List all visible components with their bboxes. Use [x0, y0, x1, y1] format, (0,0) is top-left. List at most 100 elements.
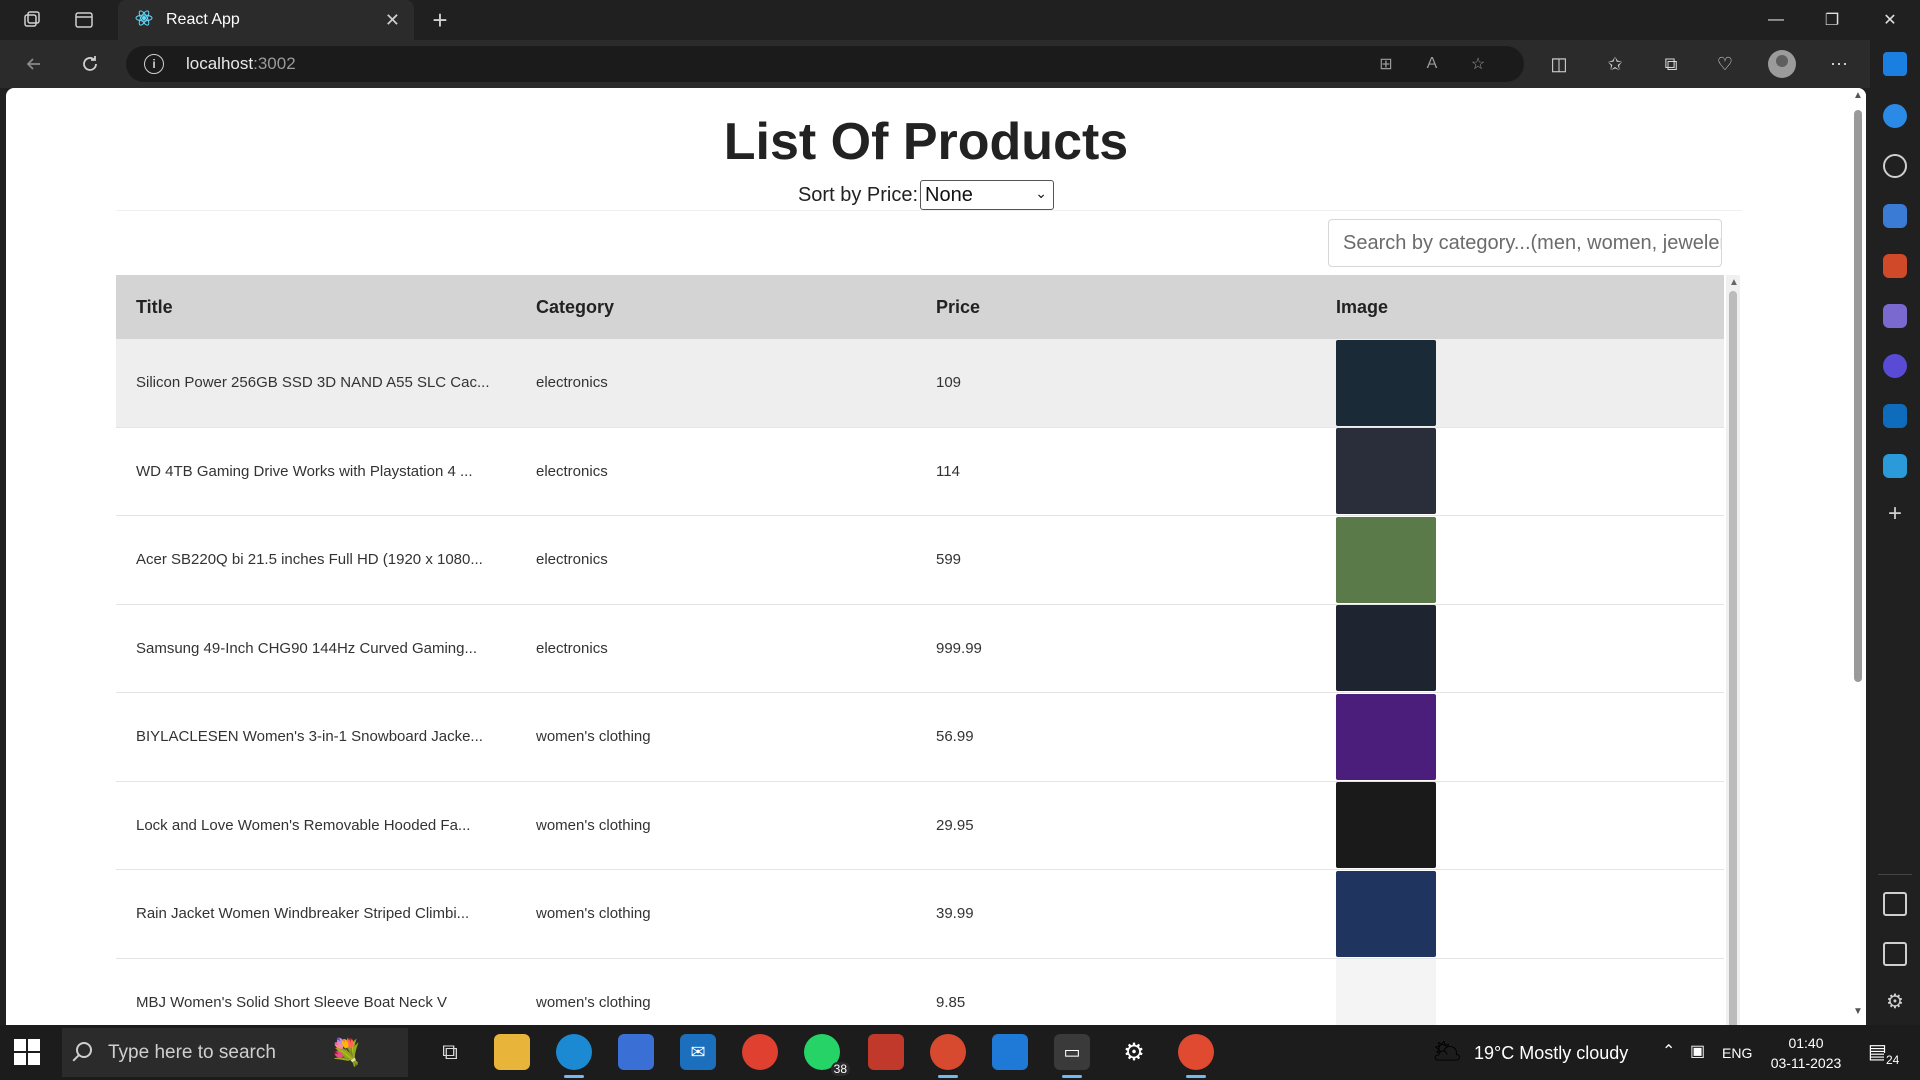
products-table: Title Category Price Image Silicon Power…: [116, 275, 1724, 1025]
hide-sidebar-icon[interactable]: [1883, 892, 1907, 916]
new-tab-button[interactable]: +: [424, 4, 456, 36]
mail-icon[interactable]: ✉: [680, 1034, 716, 1070]
edge-browser-icon[interactable]: [556, 1034, 592, 1078]
product-image-monitor: [1336, 516, 1436, 603]
edge-sidebar: + ⚙: [1870, 40, 1920, 1025]
chrome-second-icon[interactable]: [1178, 1034, 1214, 1078]
products-container: Search by category...(men, women, jewele…: [116, 210, 1742, 1025]
language-indicator[interactable]: ENG: [1722, 1045, 1752, 1061]
chrome-icon[interactable]: [742, 1034, 778, 1070]
minimize-button[interactable]: —: [1748, 0, 1804, 40]
column-header-title[interactable]: Title: [116, 297, 516, 318]
whatsapp-badge: 38: [830, 1062, 850, 1076]
tray-chevron-up-icon[interactable]: ⌃: [1662, 1041, 1675, 1061]
task-view-icon[interactable]: ⧉: [432, 1034, 468, 1070]
page-scrollbar[interactable]: ▲ ▼: [1849, 88, 1866, 1025]
app-available-icon[interactable]: ⊞: [1374, 52, 1398, 76]
open-external-icon[interactable]: [1883, 942, 1907, 966]
workspaces-icon[interactable]: [16, 6, 48, 34]
tools-briefcase-icon[interactable]: [1883, 254, 1907, 278]
sidebar-settings-icon[interactable]: ⚙: [1883, 990, 1907, 1014]
close-tab-icon[interactable]: ✕: [385, 10, 400, 31]
table-row[interactable]: Acer SB220Q bi 21.5 inches Full HD (1920…: [116, 516, 1724, 605]
product-category: women's clothing: [536, 728, 651, 746]
back-button[interactable]: [16, 48, 52, 80]
product-category: women's clothing: [536, 993, 651, 1011]
page-title: List Of Products: [723, 113, 1129, 171]
refresh-button[interactable]: [72, 48, 108, 80]
terminal-icon[interactable]: ▭: [1054, 1034, 1090, 1078]
table-row[interactable]: Samsung 49-Inch CHG90 144Hz Curved Gamin…: [116, 605, 1724, 693]
favorite-star-icon[interactable]: ☆: [1466, 52, 1490, 76]
windows-start-icon[interactable]: [14, 1039, 40, 1065]
product-category: electronics: [536, 551, 608, 569]
product-image-leather-jacket: [1336, 782, 1436, 869]
table-row[interactable]: MBJ Women's Solid Short Sleeve Boat Neck…: [116, 959, 1724, 1025]
read-aloud-icon[interactable]: A: [1420, 52, 1444, 76]
table-row[interactable]: Lock and Love Women's Removable Hooded F…: [116, 782, 1724, 870]
category-search-input[interactable]: Search by category...(men, women, jewele…: [1328, 219, 1722, 267]
column-header-price[interactable]: Price: [916, 297, 1316, 318]
settings-gear-icon[interactable]: ⚙: [1116, 1034, 1152, 1070]
close-window-button[interactable]: ✕: [1862, 0, 1918, 40]
page-scroll-up-icon[interactable]: ▲: [1853, 90, 1863, 101]
table-scrollbar-thumb[interactable]: [1729, 291, 1737, 1025]
add-sidebar-app-icon[interactable]: +: [1883, 502, 1907, 526]
weather-text[interactable]: 19°C Mostly cloudy: [1474, 1043, 1628, 1064]
search-icon: [76, 1042, 92, 1058]
url-field[interactable]: i localhost:3002 ⊞ A ☆: [126, 46, 1524, 82]
tab-react-app[interactable]: React App ✕: [118, 0, 414, 40]
page-scrollbar-thumb[interactable]: [1854, 110, 1862, 682]
product-price: 599: [936, 551, 962, 569]
office-app-icon[interactable]: [868, 1034, 904, 1070]
split-screen-icon[interactable]: ◫: [1544, 50, 1574, 78]
tab-actions-icon[interactable]: [68, 6, 100, 34]
page-scroll-down-icon[interactable]: ▼: [1853, 1006, 1863, 1017]
product-title: Silicon Power 256GB SSD 3D NAND A55 SLC …: [136, 374, 490, 392]
collections-icon[interactable]: ⧉: [1656, 50, 1686, 78]
tab-title: React App: [166, 11, 240, 28]
taskbar-search-input[interactable]: Type here to search 💐: [62, 1028, 408, 1077]
product-title: BIYLACLESEN Women's 3-in-1 Snowboard Jac…: [136, 728, 483, 746]
table-row[interactable]: Silicon Power 256GB SSD 3D NAND A55 SLC …: [116, 339, 1724, 428]
product-title: Lock and Love Women's Removable Hooded F…: [136, 816, 471, 834]
taskbar-clock[interactable]: 01:40 03-11-2023: [1760, 1033, 1852, 1073]
notification-count: 24: [1884, 1053, 1902, 1067]
copilot-icon[interactable]: [1883, 52, 1907, 76]
microsoft-365-icon[interactable]: [1883, 354, 1907, 378]
notifications-bell-icon[interactable]: [1883, 104, 1907, 128]
product-image-ssd: [1336, 339, 1436, 426]
table-row[interactable]: WD 4TB Gaming Drive Works with Playstati…: [116, 428, 1724, 516]
url-text: localhost:3002: [186, 54, 296, 73]
shopping-tag-icon[interactable]: [1883, 204, 1907, 228]
weather-cloud-icon[interactable]: 🌥: [1432, 1037, 1462, 1066]
whatsapp-icon[interactable]: 38: [804, 1034, 850, 1076]
more-menu-icon[interactable]: ⋯: [1824, 50, 1854, 78]
vscode-icon[interactable]: [992, 1034, 1028, 1070]
product-price: 39.99: [936, 905, 974, 923]
product-category: electronics: [536, 374, 608, 392]
sort-price-select[interactable]: None ⌄: [920, 180, 1055, 210]
table-row[interactable]: BIYLACLESEN Women's 3-in-1 Snowboard Jac…: [116, 693, 1724, 782]
product-image-purple-jacket: [1336, 693, 1436, 780]
restore-button[interactable]: ❐: [1804, 0, 1860, 40]
column-header-image[interactable]: Image: [1316, 297, 1724, 318]
network-icon[interactable]: ▣: [1690, 1041, 1705, 1061]
favorites-icon[interactable]: ✩: [1600, 50, 1630, 78]
file-explorer-icon[interactable]: [494, 1034, 530, 1070]
site-info-icon[interactable]: i: [144, 54, 164, 74]
windows-taskbar: Type here to search 💐 ⧉ ✉ 38 ▭ ⚙ 🌥 19°C …: [0, 1025, 1920, 1080]
browser-essentials-icon[interactable]: ♡: [1710, 50, 1740, 78]
scroll-up-arrow-icon[interactable]: ▲: [1729, 277, 1739, 288]
column-header-category[interactable]: Category: [516, 297, 916, 318]
outlook-icon[interactable]: [1883, 404, 1907, 428]
chrome-profile-icon[interactable]: [930, 1034, 966, 1078]
table-row[interactable]: Rain Jacket Women Windbreaker Striped Cl…: [116, 870, 1724, 959]
profile-avatar[interactable]: [1768, 50, 1796, 78]
search-icon[interactable]: [1883, 154, 1907, 178]
drop-send-icon[interactable]: [1883, 454, 1907, 478]
table-scrollbar[interactable]: ▲: [1726, 275, 1740, 1025]
tab-bar: React App ✕ + — ❐ ✕: [0, 0, 1920, 40]
microsoft-store-icon[interactable]: [618, 1034, 654, 1070]
games-icon[interactable]: [1883, 304, 1907, 328]
